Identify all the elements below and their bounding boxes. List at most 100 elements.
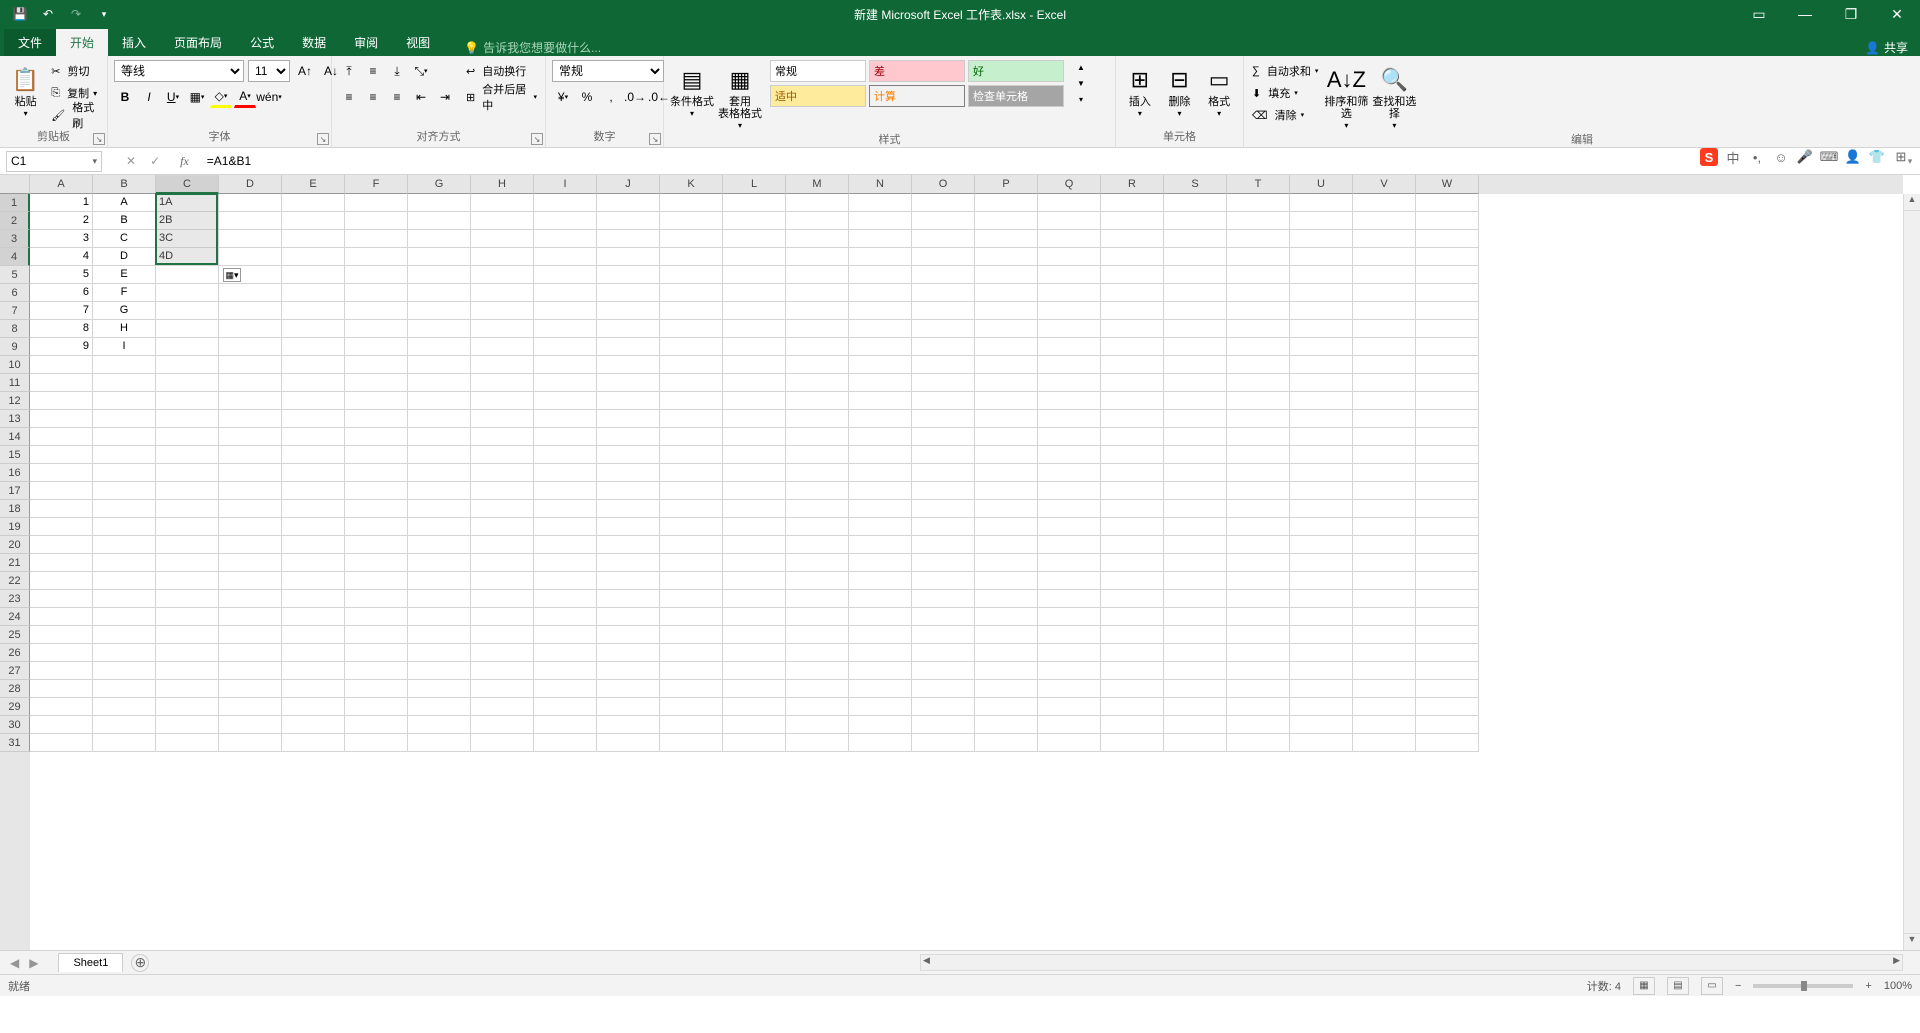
row-header[interactable]: 19 — [0, 518, 30, 536]
cell[interactable] — [1227, 410, 1290, 428]
cell[interactable] — [219, 572, 282, 590]
align-middle-icon[interactable]: ≡ — [362, 60, 384, 82]
cell[interactable] — [786, 284, 849, 302]
cell[interactable] — [1164, 428, 1227, 446]
cell[interactable] — [93, 482, 156, 500]
cell[interactable] — [471, 302, 534, 320]
cell[interactable] — [597, 356, 660, 374]
cell[interactable] — [1290, 194, 1353, 212]
cell[interactable]: 7 — [30, 302, 93, 320]
cell[interactable] — [1416, 518, 1479, 536]
cell[interactable] — [1038, 320, 1101, 338]
cell[interactable] — [1416, 428, 1479, 446]
cell[interactable] — [156, 626, 219, 644]
cell[interactable] — [156, 266, 219, 284]
cell[interactable] — [1290, 248, 1353, 266]
cell[interactable] — [660, 338, 723, 356]
column-header[interactable]: R — [1101, 175, 1164, 194]
tab-data[interactable]: 数据 — [288, 29, 340, 56]
cell[interactable]: 8 — [30, 320, 93, 338]
cell[interactable] — [723, 698, 786, 716]
column-header[interactable]: O — [912, 175, 975, 194]
cell[interactable] — [534, 554, 597, 572]
cell[interactable] — [597, 284, 660, 302]
cell[interactable] — [1164, 410, 1227, 428]
cell[interactable] — [1101, 554, 1164, 572]
column-header[interactable]: T — [1227, 175, 1290, 194]
row-header[interactable]: 20 — [0, 536, 30, 554]
cell[interactable] — [723, 392, 786, 410]
cell[interactable] — [1353, 374, 1416, 392]
row-header[interactable]: 23 — [0, 590, 30, 608]
cell[interactable] — [849, 608, 912, 626]
view-break-icon[interactable]: ▭ — [1701, 977, 1723, 995]
row-header[interactable]: 29 — [0, 698, 30, 716]
cell[interactable] — [912, 662, 975, 680]
zoom-level[interactable]: 100% — [1884, 980, 1912, 992]
cell[interactable] — [849, 716, 912, 734]
cell[interactable] — [1416, 482, 1479, 500]
cell[interactable] — [597, 410, 660, 428]
cell[interactable] — [1164, 338, 1227, 356]
formula-input[interactable] — [207, 151, 1900, 172]
cell[interactable] — [1416, 698, 1479, 716]
cell[interactable] — [786, 716, 849, 734]
cell[interactable] — [1227, 230, 1290, 248]
cell[interactable] — [660, 698, 723, 716]
row-header[interactable]: 25 — [0, 626, 30, 644]
currency-icon[interactable]: ¥▾ — [552, 86, 574, 108]
cell[interactable] — [1227, 392, 1290, 410]
cell[interactable] — [912, 194, 975, 212]
cell[interactable] — [723, 482, 786, 500]
cell[interactable] — [597, 446, 660, 464]
cell[interactable] — [282, 410, 345, 428]
cell[interactable] — [1164, 518, 1227, 536]
cell[interactable] — [1164, 230, 1227, 248]
cell[interactable] — [1038, 248, 1101, 266]
cell[interactable] — [1416, 536, 1479, 554]
cell[interactable]: 4 — [30, 248, 93, 266]
cell[interactable] — [1038, 536, 1101, 554]
cell[interactable] — [597, 518, 660, 536]
cell[interactable] — [471, 320, 534, 338]
cell[interactable] — [597, 464, 660, 482]
cell[interactable] — [345, 554, 408, 572]
cell[interactable] — [660, 392, 723, 410]
cell[interactable] — [786, 446, 849, 464]
cell[interactable] — [975, 590, 1038, 608]
cell[interactable]: 9 — [30, 338, 93, 356]
cell[interactable] — [534, 428, 597, 446]
ribbon-options-icon[interactable]: ▭ — [1736, 0, 1782, 28]
border-button[interactable]: ▦▾ — [186, 86, 208, 108]
cell[interactable] — [1038, 716, 1101, 734]
cell[interactable] — [156, 734, 219, 752]
cell[interactable] — [1353, 194, 1416, 212]
cell[interactable] — [408, 392, 471, 410]
tab-insert[interactable]: 插入 — [108, 29, 160, 56]
cell[interactable] — [975, 410, 1038, 428]
autosum-button[interactable]: ∑ 自动求和▾ — [1250, 60, 1320, 82]
cell[interactable] — [219, 428, 282, 446]
cell[interactable] — [408, 554, 471, 572]
cell[interactable] — [219, 410, 282, 428]
cell[interactable] — [1227, 212, 1290, 230]
cell[interactable] — [534, 734, 597, 752]
cell[interactable] — [93, 536, 156, 554]
cell[interactable] — [1290, 356, 1353, 374]
cell[interactable] — [1038, 212, 1101, 230]
column-header[interactable]: G — [408, 175, 471, 194]
column-header[interactable]: S — [1164, 175, 1227, 194]
cell-style-calc[interactable]: 计算 — [869, 85, 965, 107]
cell[interactable] — [156, 410, 219, 428]
cell[interactable] — [975, 230, 1038, 248]
cell[interactable] — [345, 374, 408, 392]
cancel-formula-icon[interactable]: ✕ — [126, 154, 136, 168]
cell[interactable] — [1101, 302, 1164, 320]
cell[interactable] — [1101, 482, 1164, 500]
cell[interactable]: C — [93, 230, 156, 248]
cell[interactable] — [93, 446, 156, 464]
cell[interactable] — [282, 734, 345, 752]
ime-lang-icon[interactable]: 中 — [1724, 148, 1742, 166]
cell[interactable] — [1101, 392, 1164, 410]
cell[interactable] — [1227, 248, 1290, 266]
